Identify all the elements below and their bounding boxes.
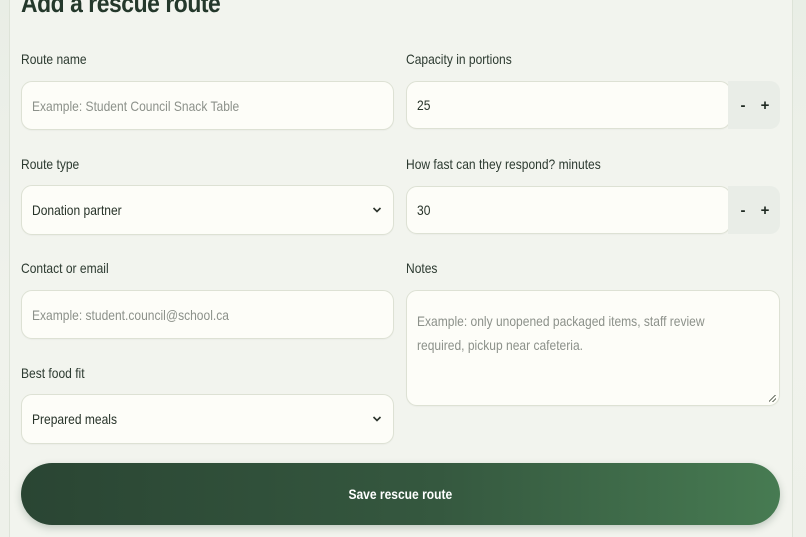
route-name-field[interactable] bbox=[21, 81, 394, 130]
food-fit-value: Prepared meals bbox=[32, 411, 117, 427]
notes-textarea[interactable] bbox=[417, 309, 720, 369]
chevron-down-icon bbox=[365, 203, 389, 217]
response-time-increment-button[interactable]: + bbox=[754, 202, 776, 219]
response-time-label: How fast can they respond? minutes bbox=[406, 156, 601, 172]
resize-handle-icon[interactable] bbox=[769, 395, 776, 402]
response-time-stepper: - + bbox=[728, 186, 780, 234]
food-fit-select[interactable]: Prepared meals bbox=[21, 394, 394, 444]
contact-input[interactable] bbox=[32, 306, 343, 323]
capacity-value[interactable]: 25 bbox=[417, 97, 686, 113]
contact-label: Contact or email bbox=[21, 260, 109, 276]
route-type-select[interactable]: Donation partner bbox=[21, 185, 394, 235]
food-fit-label: Best food fit bbox=[21, 365, 85, 381]
capacity-label: Capacity in portions bbox=[406, 51, 512, 67]
route-type-value: Donation partner bbox=[32, 202, 122, 218]
capacity-increment-button[interactable]: + bbox=[754, 97, 776, 114]
response-time-value[interactable]: 30 bbox=[417, 202, 686, 218]
notes-label: Notes bbox=[406, 260, 438, 276]
response-time-decrement-button[interactable]: - bbox=[732, 202, 754, 219]
route-type-label: Route type bbox=[21, 156, 80, 172]
response-time-field[interactable]: 30 bbox=[406, 186, 731, 234]
capacity-stepper: - + bbox=[728, 81, 780, 129]
route-name-label: Route name bbox=[21, 51, 87, 67]
chevron-down-icon bbox=[365, 412, 389, 426]
route-name-input[interactable] bbox=[32, 97, 343, 114]
save-button-label: Save rescue route bbox=[348, 486, 453, 502]
save-rescue-route-button[interactable]: Save rescue route bbox=[21, 463, 780, 525]
capacity-decrement-button[interactable]: - bbox=[732, 97, 754, 114]
contact-field[interactable] bbox=[21, 290, 394, 339]
notes-field[interactable] bbox=[406, 290, 780, 406]
page: Add a rescue route Route name Capacity i… bbox=[0, 0, 806, 537]
form-title: Add a rescue route bbox=[21, 0, 221, 18]
capacity-field[interactable]: 25 bbox=[406, 81, 731, 129]
